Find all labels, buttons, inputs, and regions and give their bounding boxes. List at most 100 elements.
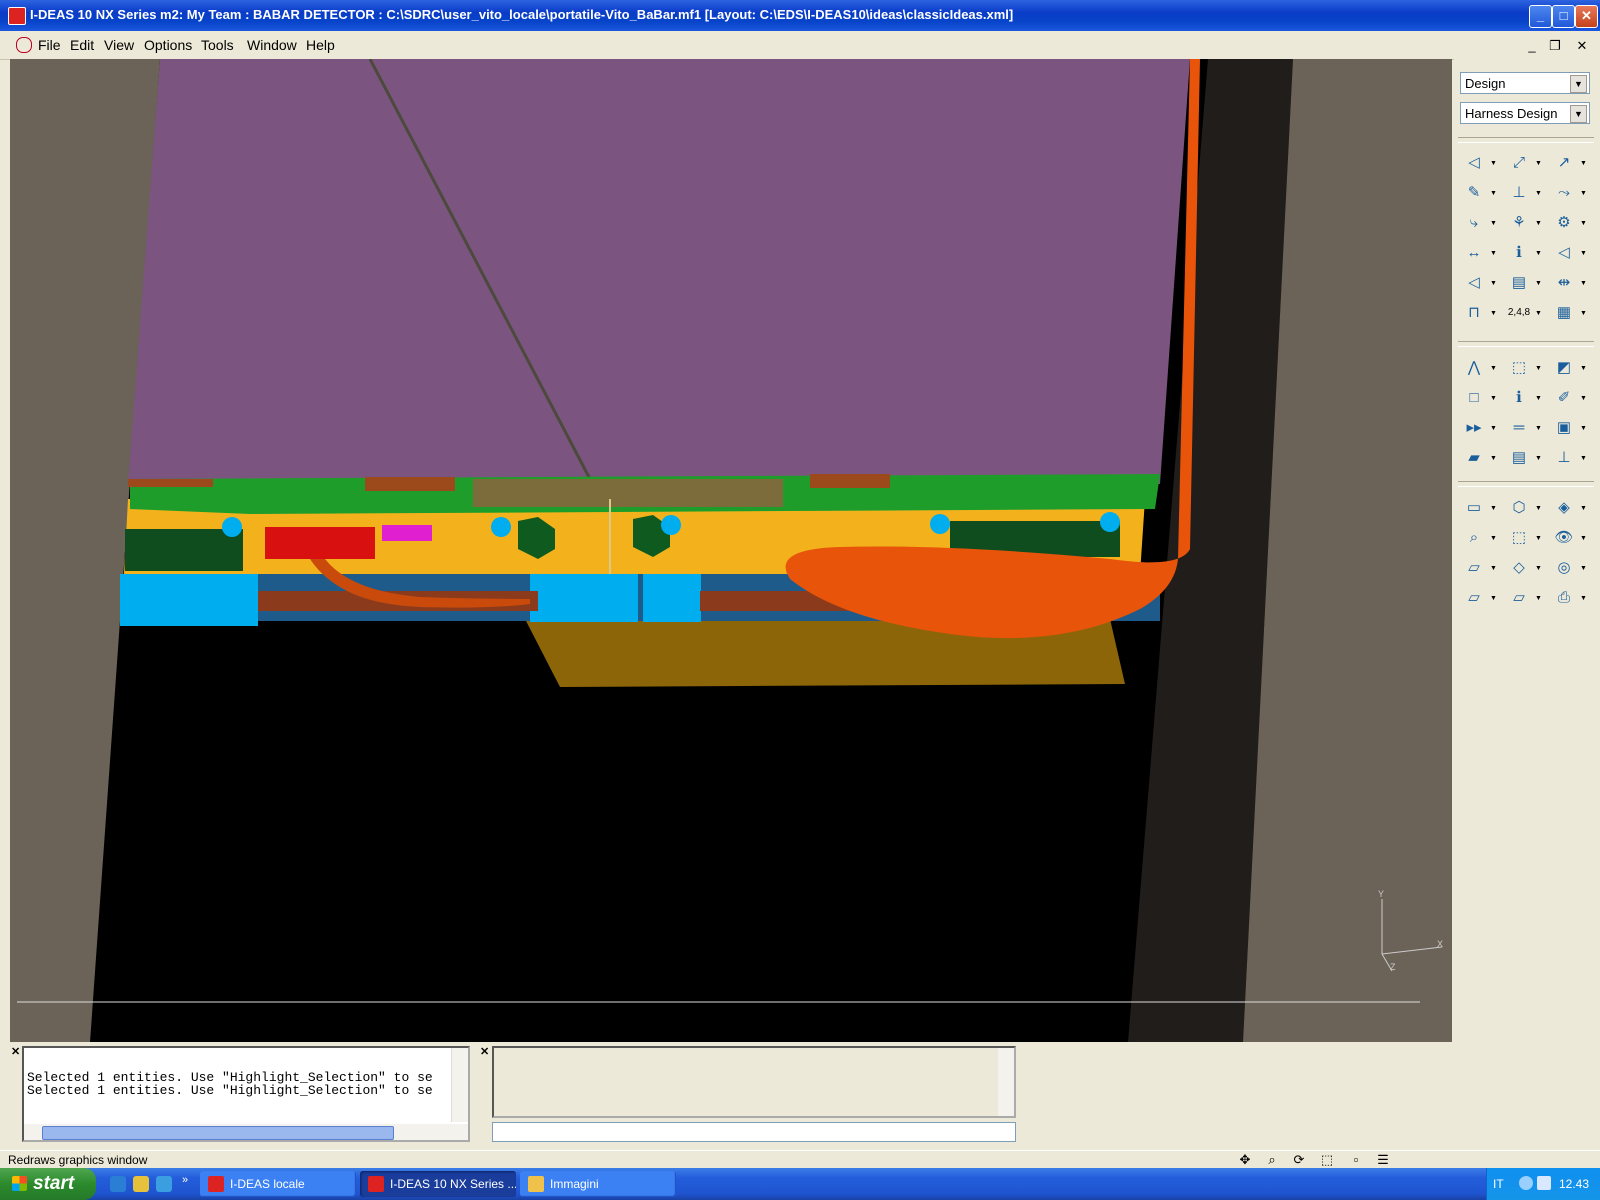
mdi-restore-button[interactable]: ❐ (1547, 38, 1563, 53)
chevron-down-icon[interactable]: ▼ (1490, 565, 1497, 572)
chevron-down-icon[interactable]: ▼ (1535, 395, 1542, 402)
chevron-down-icon[interactable]: ▼ (1490, 505, 1497, 512)
chevron-down-icon[interactable]: ▼ (1580, 190, 1587, 197)
print-icon[interactable]: ⎙ ▼ (1552, 586, 1587, 610)
view-eye-icon[interactable]: 👁 ▼ (1552, 526, 1586, 550)
connector-icon[interactable]: ⤢ ▼ (1507, 151, 1542, 175)
language-indicator[interactable]: IT (1493, 1177, 1504, 1191)
menu-options[interactable]: Options (144, 37, 192, 53)
chevron-down-icon[interactable]: ▼ (1535, 220, 1542, 227)
task-ideas-nx[interactable]: I-DEAS 10 NX Series ... (360, 1171, 516, 1197)
prompt-vertical-scrollbar[interactable] (998, 1048, 1014, 1116)
info-i-icon[interactable]: ℹ ▼ (1507, 386, 1542, 410)
chevron-down-icon[interactable]: ▼ (1490, 425, 1497, 432)
terminal-icon[interactable]: ✎ ▼ (1462, 181, 1497, 205)
eraser-icon[interactable]: ▰ ▼ (1462, 446, 1497, 470)
view-yx-icon[interactable]: ▱ ▼ (1462, 586, 1497, 610)
list-region[interactable]: Selected 1 entities. Use "Highlight_Sele… (22, 1046, 470, 1142)
dimension-icon[interactable]: ↔ ▼ (1462, 241, 1497, 265)
maximize-button[interactable]: □ (1552, 5, 1575, 28)
list-vertical-scrollbar[interactable] (451, 1048, 468, 1122)
menu-view[interactable]: View (104, 37, 134, 53)
internet-explorer-icon[interactable] (110, 1176, 126, 1192)
chevron-down-icon[interactable]: ▼ (1490, 595, 1497, 602)
application-dropdown[interactable]: Design ▼ (1460, 72, 1590, 94)
report-icon[interactable]: ▦ ▼ (1552, 301, 1587, 325)
title-bar[interactable]: I-DEAS 10 NX Series m2: My Team : BABAR … (0, 0, 1600, 31)
wire-icon[interactable]: ⊥ ▼ (1507, 181, 1541, 205)
numbering-icon[interactable]: 2,4,8 ▼ (1507, 301, 1542, 325)
chevron-down-icon[interactable]: ▼ (1580, 395, 1587, 402)
chevron-down-icon[interactable]: ▼ (1580, 250, 1587, 257)
document-icon[interactable] (16, 37, 32, 53)
chevron-down-icon[interactable]: ▼ (1580, 160, 1587, 167)
chevron-down-icon[interactable]: ▼ (1490, 250, 1497, 257)
list-horizontal-scrollbar[interactable] (24, 1124, 468, 1140)
container-icon[interactable]: ▣ ▼ (1552, 416, 1587, 440)
rectangle-icon[interactable]: □ ▼ (1462, 386, 1496, 410)
chevron-down-icon[interactable]: ▼ (1580, 535, 1587, 542)
node-icon[interactable]: ⋀ ▼ (1462, 356, 1497, 380)
volume-icon[interactable] (1537, 1176, 1551, 1190)
menu-edit[interactable]: Edit (70, 37, 94, 53)
chevron-down-icon[interactable]: ▼ (1535, 190, 1542, 197)
chevron-down-icon[interactable]: ▼ (1490, 280, 1497, 287)
task-immagini[interactable]: Immagini (520, 1171, 676, 1197)
mdi-minimize-button[interactable]: _ (1524, 38, 1540, 53)
chevron-down-icon[interactable]: ▼ (1535, 595, 1542, 602)
paint-icon[interactable]: ✐ ▼ (1552, 386, 1587, 410)
zoom-all-icon[interactable]: ⌕ ▼ (1462, 526, 1497, 550)
task-dropdown[interactable]: Harness Design ▼ (1460, 102, 1590, 124)
zoom-box-icon[interactable]: ⬚ ▼ (1507, 526, 1542, 550)
chevron-down-icon[interactable]: ▼ (1535, 455, 1542, 462)
chevron-down-icon[interactable]: ▼ (1580, 565, 1587, 572)
branch-icon[interactable]: ↗ ▼ (1552, 151, 1587, 175)
chevron-down-icon[interactable]: ▼ (1580, 365, 1587, 372)
isometric-icon[interactable]: ◇ ▼ (1507, 556, 1542, 580)
chevron-down-icon[interactable]: ▼ (1580, 425, 1587, 432)
shape-icon[interactable]: ◩ ▼ (1552, 356, 1587, 380)
task-ideas-locale[interactable]: I-DEAS locale (200, 1171, 356, 1197)
view-zx-icon[interactable]: ▱ ▼ (1462, 556, 1497, 580)
chevron-down-icon[interactable]: ▼ (1580, 595, 1587, 602)
box-select-icon[interactable]: ⬚ ▼ (1507, 356, 1542, 380)
zoom-icon[interactable]: ⌕ (1263, 1152, 1281, 1168)
pin-icon[interactable]: ⊥ ▼ (1552, 446, 1586, 470)
chevron-down-icon[interactable]: ▼ (1490, 190, 1497, 197)
info-icon[interactable]: ℹ ▼ (1507, 241, 1542, 265)
mdi-close-button[interactable]: ✕ (1574, 38, 1590, 53)
model-view[interactable] (10, 59, 1452, 1042)
chevron-down-icon[interactable]: ▼ (1490, 365, 1497, 372)
start-button[interactable]: start (0, 1168, 96, 1200)
chevron-down-icon[interactable]: ▼ (1490, 310, 1497, 317)
wireframe-icon[interactable]: ⬡ ▼ (1507, 496, 1542, 520)
chevron-down-icon[interactable]: ▼ (1580, 505, 1587, 512)
length-icon[interactable]: ⇹ ▼ (1552, 271, 1587, 295)
outlook-icon[interactable] (156, 1176, 172, 1192)
options-icon[interactable]: ▤ ▼ (1507, 446, 1542, 470)
chevron-down-icon[interactable]: ▼ (1490, 535, 1497, 542)
tag-icon[interactable]: ◁ ▼ (1552, 241, 1587, 265)
chevron-down-icon[interactable]: ▼ (1535, 280, 1542, 287)
chevron-down-icon[interactable]: ▼ (1535, 365, 1542, 372)
network-icon[interactable] (1519, 1176, 1533, 1190)
chevron-down-icon[interactable]: ▼ (1580, 455, 1587, 462)
media-player-icon[interactable] (133, 1176, 149, 1192)
close-button[interactable]: ✕ (1575, 5, 1598, 28)
measure-icon[interactable]: ═ ▼ (1507, 416, 1542, 440)
menu-tools[interactable]: Tools (201, 37, 234, 53)
quicklaunch-overflow-icon[interactable]: » (182, 1174, 188, 1186)
app-icon[interactable] (8, 7, 26, 25)
rotate-icon[interactable]: ⟳ (1290, 1152, 1308, 1168)
segment-icon[interactable]: ◁ ▼ (1462, 271, 1497, 295)
chevron-down-icon[interactable]: ▼ (1490, 395, 1497, 402)
chevron-down-icon[interactable]: ▼ (1490, 455, 1497, 462)
hidden-icon[interactable]: ◎ ▼ (1552, 556, 1586, 580)
bom-icon[interactable]: ▤ ▼ (1507, 271, 1542, 295)
path-icon[interactable]: ⤷ ▼ (1462, 211, 1497, 235)
chevron-down-icon[interactable]: ▼ (1535, 425, 1542, 432)
route-icon[interactable]: ◁ ▼ (1462, 151, 1497, 175)
bundle-icon[interactable]: ⚘ ▼ (1507, 211, 1542, 235)
chevron-down-icon[interactable]: ▼ (1490, 160, 1497, 167)
chevron-down-icon[interactable]: ▼ (1535, 535, 1542, 542)
